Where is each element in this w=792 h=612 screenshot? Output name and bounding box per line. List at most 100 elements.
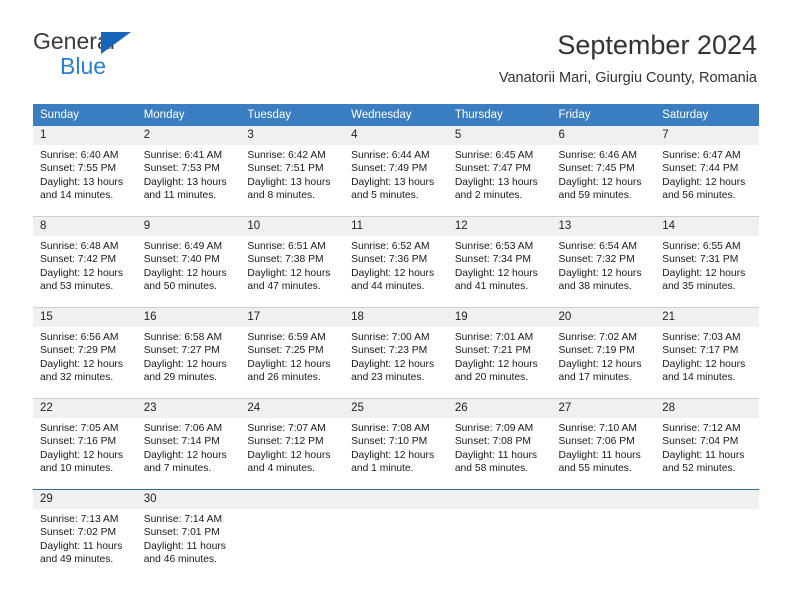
day-details — [552, 509, 656, 513]
day-number[interactable]: 18 — [344, 308, 448, 327]
weekday-header-friday: Friday — [551, 104, 656, 126]
day-number[interactable]: 16 — [136, 308, 241, 327]
day-number[interactable]: 9 — [136, 217, 241, 236]
daylight-text-line2: and 46 minutes. — [143, 554, 217, 566]
day-details: Sunrise: 6:40 AM Sunset: 7:55 PM Daylight:… — [33, 145, 137, 203]
daylight-text-line1: Daylight: 11 hours — [662, 449, 745, 461]
day-number[interactable]: 8 — [33, 217, 137, 236]
day-details: Sunrise: 6:59 AM Sunset: 7:25 PM Daylight:… — [240, 327, 344, 385]
calendar-body: 1 Sunrise: 6:40 AM Sunset: 7:55 PM Daylight… — [33, 126, 759, 580]
day-number[interactable]: 22 — [33, 399, 137, 418]
day-details: Sunrise: 6:49 AM Sunset: 7:40 PM Daylight:… — [137, 236, 241, 294]
calendar-cell: 16 Sunrise: 6:58 AM Sunset: 7:27 PM Dayligh… — [136, 307, 241, 399]
day-number[interactable]: 10 — [240, 217, 345, 236]
day-number[interactable]: 13 — [551, 217, 656, 236]
daylight-text-line1: Daylight: 12 hours — [662, 176, 746, 188]
day-details: Sunrise: 6:42 AM Sunset: 7:51 PM Daylight:… — [240, 145, 344, 203]
sunset-text: Sunset: 7:14 PM — [143, 436, 220, 448]
day-number[interactable]: 19 — [447, 308, 552, 327]
calendar-cell: 14 Sunrise: 6:55 AM Sunset: 7:31 PM Dayligh… — [655, 216, 759, 308]
daylight-text-line2: and 1 minute. — [351, 463, 414, 475]
daylight-text-line1: Daylight: 12 hours — [558, 358, 642, 370]
sunrise-text: Sunrise: 7:08 AM — [351, 423, 430, 434]
daylight-text-line1: Daylight: 12 hours — [558, 176, 642, 188]
daylight-text-line1: Daylight: 13 hours — [40, 176, 123, 188]
day-number[interactable]: 6 — [551, 126, 656, 145]
day-number[interactable]: 1 — [33, 126, 137, 145]
sunset-text: Sunset: 7:23 PM — [351, 345, 428, 357]
daylight-text-line2: and 53 minutes. — [40, 281, 114, 293]
sunset-text: Sunset: 7:47 PM — [454, 163, 531, 175]
calendar-cell-empty — [655, 489, 759, 580]
day-details — [655, 509, 759, 513]
daylight-text-line1: Daylight: 12 hours — [662, 358, 746, 370]
calendar-cell: 10 Sunrise: 6:51 AM Sunset: 7:38 PM Dayligh… — [240, 216, 345, 308]
sunrise-text: Sunrise: 6:49 AM — [143, 241, 223, 252]
calendar-cell: 17 Sunrise: 6:59 AM Sunset: 7:25 PM Dayligh… — [240, 307, 345, 399]
day-details — [240, 509, 344, 513]
calendar-cell-empty — [447, 489, 552, 580]
day-number[interactable]: 29 — [33, 490, 137, 509]
daylight-text-line2: and 23 minutes. — [351, 372, 425, 384]
sunset-text: Sunset: 7:16 PM — [40, 436, 117, 448]
day-number[interactable]: 4 — [344, 126, 448, 145]
page-header: General Blue September 2024 Vanatorii Ma… — [0, 0, 792, 100]
sunset-text: Sunset: 7:55 PM — [40, 163, 117, 175]
day-number[interactable]: 5 — [447, 126, 552, 145]
daylight-text-line2: and 7 minutes. — [143, 463, 212, 475]
day-details: Sunrise: 7:13 AM Sunset: 7:02 PM Daylight:… — [33, 509, 137, 567]
daylight-text-line2: and 59 minutes. — [558, 190, 632, 202]
daylight-text-line2: and 8 minutes. — [247, 190, 315, 202]
day-details: Sunrise: 6:45 AM Sunset: 7:47 PM Daylight:… — [448, 145, 552, 203]
sunset-text: Sunset: 7:27 PM — [143, 345, 220, 357]
sunrise-text: Sunrise: 6:55 AM — [662, 241, 741, 252]
day-details: Sunrise: 7:05 AM Sunset: 7:16 PM Daylight:… — [33, 418, 137, 476]
daylight-text-line2: and 44 minutes. — [351, 281, 425, 293]
day-number[interactable]: 27 — [551, 399, 656, 418]
day-number[interactable]: 17 — [240, 308, 345, 327]
general-blue-logo[interactable]: General Blue — [33, 30, 233, 86]
sunrise-text: Sunrise: 6:54 AM — [558, 241, 637, 252]
calendar-cell: 21 Sunrise: 7:03 AM Sunset: 7:17 PM Dayligh… — [655, 307, 759, 399]
sunrise-text: Sunrise: 6:48 AM — [40, 241, 119, 252]
calendar-week-row: 29 Sunrise: 7:13 AM Sunset: 7:02 PM Dayligh… — [33, 489, 759, 580]
day-number[interactable]: 21 — [655, 308, 759, 327]
sunset-text: Sunset: 7:42 PM — [40, 254, 117, 266]
calendar-cell: 28 Sunrise: 7:12 AM Sunset: 7:04 PM Dayligh… — [655, 398, 759, 490]
daylight-text-line2: and 2 minutes. — [454, 190, 523, 202]
sunset-text: Sunset: 7:32 PM — [558, 254, 635, 266]
daylight-text-line1: Daylight: 12 hours — [40, 358, 123, 370]
day-number[interactable]: 3 — [240, 126, 345, 145]
sunrise-sunset-calendar: Sunday Monday Tuesday Wednesday Thursday… — [33, 104, 759, 580]
day-number[interactable]: 23 — [136, 399, 241, 418]
calendar-cell-empty — [240, 489, 345, 580]
day-number[interactable]: 12 — [447, 217, 552, 236]
day-number[interactable]: 15 — [33, 308, 137, 327]
calendar-cell: 4 Sunrise: 6:44 AM Sunset: 7:49 PM Daylight… — [344, 126, 448, 217]
sunrise-text: Sunrise: 6:42 AM — [247, 150, 326, 161]
daylight-text-line2: and 14 minutes. — [662, 372, 736, 384]
day-number — [240, 490, 345, 509]
calendar-cell-empty — [551, 489, 656, 580]
day-number[interactable]: 2 — [136, 126, 241, 145]
day-number[interactable]: 30 — [136, 490, 241, 509]
day-details: Sunrise: 7:10 AM Sunset: 7:06 PM Daylight:… — [552, 418, 656, 476]
daylight-text-line1: Daylight: 12 hours — [351, 267, 435, 279]
day-number[interactable]: 26 — [447, 399, 552, 418]
day-number[interactable]: 28 — [655, 399, 759, 418]
day-number[interactable]: 11 — [344, 217, 448, 236]
sunset-text: Sunset: 7:29 PM — [40, 345, 117, 357]
weekday-header-wednesday: Wednesday — [344, 104, 448, 126]
page-title: September 2024 — [557, 30, 757, 60]
daylight-text-line1: Daylight: 12 hours — [40, 267, 123, 279]
daylight-text-line2: and 20 minutes. — [454, 372, 529, 384]
day-number[interactable]: 14 — [655, 217, 759, 236]
sunrise-text: Sunrise: 7:01 AM — [454, 332, 534, 343]
weekday-header-tuesday: Tuesday — [240, 104, 345, 126]
day-number[interactable]: 24 — [240, 399, 345, 418]
day-number[interactable]: 25 — [344, 399, 448, 418]
daylight-text-line2: and 32 minutes. — [40, 372, 114, 384]
weekday-header-sunday: Sunday — [33, 104, 137, 126]
day-number[interactable]: 20 — [551, 308, 656, 327]
day-number[interactable]: 7 — [655, 126, 759, 145]
